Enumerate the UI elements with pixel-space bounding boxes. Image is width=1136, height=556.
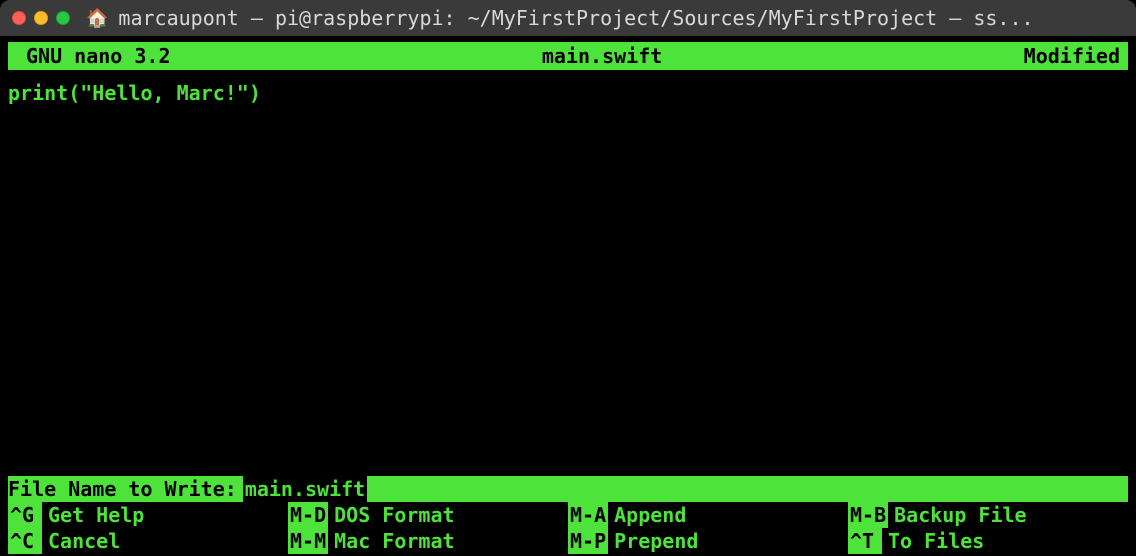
editor-content[interactable]: print("Hello, Marc!") — [8, 80, 1128, 476]
minimize-icon[interactable] — [34, 11, 48, 25]
titlebar: 🏠 marcaupont — pi@raspberrypi: ~/MyFirst… — [0, 0, 1136, 36]
shortcut-get-help[interactable]: ^G Get Help — [8, 502, 288, 528]
cursor — [367, 476, 379, 502]
nano-status: Modified — [1020, 42, 1128, 70]
prompt-input[interactable]: main.swift — [243, 476, 367, 502]
shortcut-prepend[interactable]: M-P Prepend — [568, 528, 848, 554]
shortcut-append[interactable]: M-A Append — [568, 502, 848, 528]
terminal-viewport[interactable]: GNU nano 3.2 main.swift Modified print("… — [0, 36, 1136, 556]
shortcut-backup-file[interactable]: M-B Backup File — [848, 502, 1128, 528]
window-controls — [12, 11, 70, 25]
shortcut-mac-format[interactable]: M-M Mac Format — [288, 528, 568, 554]
shortcut-to-files[interactable]: ^T To Files — [848, 528, 1128, 554]
terminal-window: 🏠 marcaupont — pi@raspberrypi: ~/MyFirst… — [0, 0, 1136, 556]
shortcut-cancel[interactable]: ^C Cancel — [8, 528, 288, 554]
nano-filename: main.swift — [538, 42, 666, 70]
nano-app-name: GNU nano 3.2 — [8, 42, 185, 70]
window-title: marcaupont — pi@raspberrypi: ~/MyFirstPr… — [118, 6, 1033, 30]
nano-header: GNU nano 3.2 main.swift Modified — [8, 42, 1128, 70]
save-prompt: File Name to Write: main.swift — [8, 476, 1128, 502]
shortcut-bar: ^G Get Help M-D DOS Format M-A Append M-… — [8, 502, 1128, 554]
shortcut-dos-format[interactable]: M-D DOS Format — [288, 502, 568, 528]
home-icon: 🏠 — [86, 8, 108, 29]
fullscreen-icon[interactable] — [56, 11, 70, 25]
close-icon[interactable] — [12, 11, 26, 25]
prompt-label: File Name to Write: — [8, 476, 243, 502]
